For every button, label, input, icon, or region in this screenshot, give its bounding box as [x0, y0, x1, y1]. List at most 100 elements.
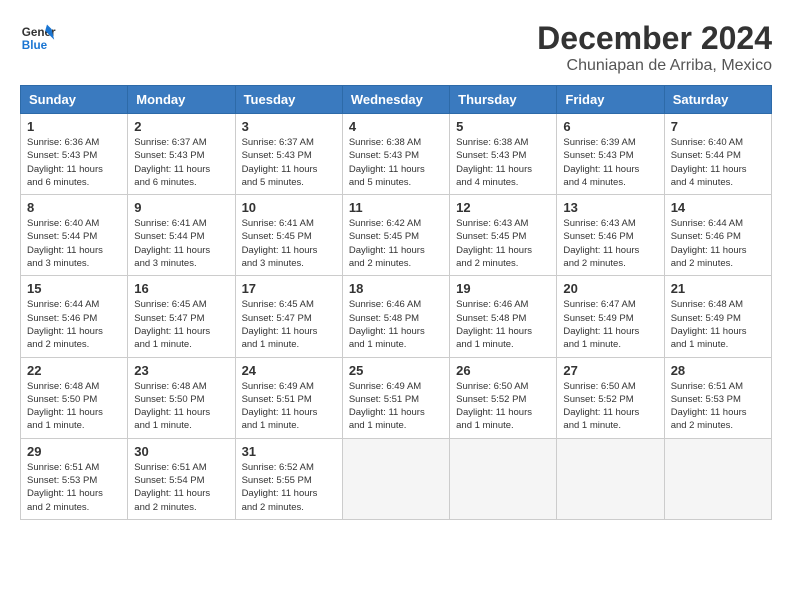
table-row: 1 Sunrise: 6:36 AM Sunset: 5:43 PM Dayli… — [21, 114, 128, 195]
day-info: Sunrise: 6:37 AM Sunset: 5:43 PM Dayligh… — [242, 136, 336, 189]
table-row — [664, 438, 771, 519]
table-row: 4 Sunrise: 6:38 AM Sunset: 5:43 PM Dayli… — [342, 114, 449, 195]
table-row: 20 Sunrise: 6:47 AM Sunset: 5:49 PM Dayl… — [557, 276, 664, 357]
calendar-row: 8 Sunrise: 6:40 AM Sunset: 5:44 PM Dayli… — [21, 195, 772, 276]
day-info: Sunrise: 6:40 AM Sunset: 5:44 PM Dayligh… — [27, 217, 121, 270]
table-row — [342, 438, 449, 519]
day-number: 11 — [349, 200, 443, 215]
header: General Blue December 2024 Chuniapan de … — [20, 20, 772, 75]
table-row: 9 Sunrise: 6:41 AM Sunset: 5:44 PM Dayli… — [128, 195, 235, 276]
day-number: 9 — [134, 200, 228, 215]
day-number: 14 — [671, 200, 765, 215]
table-row: 21 Sunrise: 6:48 AM Sunset: 5:49 PM Dayl… — [664, 276, 771, 357]
day-info: Sunrise: 6:46 AM Sunset: 5:48 PM Dayligh… — [349, 298, 443, 351]
day-info: Sunrise: 6:45 AM Sunset: 5:47 PM Dayligh… — [134, 298, 228, 351]
day-info: Sunrise: 6:38 AM Sunset: 5:43 PM Dayligh… — [349, 136, 443, 189]
header-row: Sunday Monday Tuesday Wednesday Thursday… — [21, 86, 772, 114]
day-info: Sunrise: 6:50 AM Sunset: 5:52 PM Dayligh… — [563, 380, 657, 433]
table-row: 10 Sunrise: 6:41 AM Sunset: 5:45 PM Dayl… — [235, 195, 342, 276]
day-number: 1 — [27, 119, 121, 134]
table-row: 15 Sunrise: 6:44 AM Sunset: 5:46 PM Dayl… — [21, 276, 128, 357]
table-row: 18 Sunrise: 6:46 AM Sunset: 5:48 PM Dayl… — [342, 276, 449, 357]
day-info: Sunrise: 6:44 AM Sunset: 5:46 PM Dayligh… — [671, 217, 765, 270]
day-info: Sunrise: 6:47 AM Sunset: 5:49 PM Dayligh… — [563, 298, 657, 351]
table-row: 14 Sunrise: 6:44 AM Sunset: 5:46 PM Dayl… — [664, 195, 771, 276]
svg-text:Blue: Blue — [22, 39, 48, 52]
day-info: Sunrise: 6:42 AM Sunset: 5:45 PM Dayligh… — [349, 217, 443, 270]
day-info: Sunrise: 6:37 AM Sunset: 5:43 PM Dayligh… — [134, 136, 228, 189]
table-row: 2 Sunrise: 6:37 AM Sunset: 5:43 PM Dayli… — [128, 114, 235, 195]
table-row: 26 Sunrise: 6:50 AM Sunset: 5:52 PM Dayl… — [450, 357, 557, 438]
table-row: 8 Sunrise: 6:40 AM Sunset: 5:44 PM Dayli… — [21, 195, 128, 276]
day-number: 17 — [242, 281, 336, 296]
table-row: 30 Sunrise: 6:51 AM Sunset: 5:54 PM Dayl… — [128, 438, 235, 519]
day-info: Sunrise: 6:45 AM Sunset: 5:47 PM Dayligh… — [242, 298, 336, 351]
table-row — [450, 438, 557, 519]
day-number: 5 — [456, 119, 550, 134]
day-number: 2 — [134, 119, 228, 134]
day-number: 19 — [456, 281, 550, 296]
day-number: 4 — [349, 119, 443, 134]
col-wednesday: Wednesday — [342, 86, 449, 114]
calendar-row: 1 Sunrise: 6:36 AM Sunset: 5:43 PM Dayli… — [21, 114, 772, 195]
table-row: 23 Sunrise: 6:48 AM Sunset: 5:50 PM Dayl… — [128, 357, 235, 438]
day-info: Sunrise: 6:49 AM Sunset: 5:51 PM Dayligh… — [349, 380, 443, 433]
table-row: 25 Sunrise: 6:49 AM Sunset: 5:51 PM Dayl… — [342, 357, 449, 438]
day-number: 3 — [242, 119, 336, 134]
col-saturday: Saturday — [664, 86, 771, 114]
day-number: 31 — [242, 444, 336, 459]
day-number: 16 — [134, 281, 228, 296]
day-info: Sunrise: 6:43 AM Sunset: 5:45 PM Dayligh… — [456, 217, 550, 270]
col-monday: Monday — [128, 86, 235, 114]
calendar-table: Sunday Monday Tuesday Wednesday Thursday… — [20, 85, 772, 520]
col-tuesday: Tuesday — [235, 86, 342, 114]
title-area: December 2024 Chuniapan de Arriba, Mexic… — [537, 20, 772, 75]
calendar-body: 1 Sunrise: 6:36 AM Sunset: 5:43 PM Dayli… — [21, 114, 772, 520]
day-info: Sunrise: 6:36 AM Sunset: 5:43 PM Dayligh… — [27, 136, 121, 189]
day-number: 21 — [671, 281, 765, 296]
col-thursday: Thursday — [450, 86, 557, 114]
day-number: 26 — [456, 363, 550, 378]
table-row: 3 Sunrise: 6:37 AM Sunset: 5:43 PM Dayli… — [235, 114, 342, 195]
day-info: Sunrise: 6:48 AM Sunset: 5:49 PM Dayligh… — [671, 298, 765, 351]
day-number: 18 — [349, 281, 443, 296]
table-row: 6 Sunrise: 6:39 AM Sunset: 5:43 PM Dayli… — [557, 114, 664, 195]
day-number: 6 — [563, 119, 657, 134]
col-sunday: Sunday — [21, 86, 128, 114]
calendar-row: 22 Sunrise: 6:48 AM Sunset: 5:50 PM Dayl… — [21, 357, 772, 438]
day-info: Sunrise: 6:38 AM Sunset: 5:43 PM Dayligh… — [456, 136, 550, 189]
day-info: Sunrise: 6:46 AM Sunset: 5:48 PM Dayligh… — [456, 298, 550, 351]
table-row: 22 Sunrise: 6:48 AM Sunset: 5:50 PM Dayl… — [21, 357, 128, 438]
day-info: Sunrise: 6:41 AM Sunset: 5:45 PM Dayligh… — [242, 217, 336, 270]
table-row: 11 Sunrise: 6:42 AM Sunset: 5:45 PM Dayl… — [342, 195, 449, 276]
day-info: Sunrise: 6:50 AM Sunset: 5:52 PM Dayligh… — [456, 380, 550, 433]
day-number: 29 — [27, 444, 121, 459]
day-number: 23 — [134, 363, 228, 378]
table-row: 13 Sunrise: 6:43 AM Sunset: 5:46 PM Dayl… — [557, 195, 664, 276]
day-number: 13 — [563, 200, 657, 215]
day-number: 22 — [27, 363, 121, 378]
day-number: 30 — [134, 444, 228, 459]
day-info: Sunrise: 6:51 AM Sunset: 5:53 PM Dayligh… — [671, 380, 765, 433]
day-number: 28 — [671, 363, 765, 378]
day-number: 12 — [456, 200, 550, 215]
day-number: 8 — [27, 200, 121, 215]
day-info: Sunrise: 6:51 AM Sunset: 5:53 PM Dayligh… — [27, 461, 121, 514]
day-info: Sunrise: 6:48 AM Sunset: 5:50 PM Dayligh… — [27, 380, 121, 433]
table-row: 31 Sunrise: 6:52 AM Sunset: 5:55 PM Dayl… — [235, 438, 342, 519]
day-info: Sunrise: 6:48 AM Sunset: 5:50 PM Dayligh… — [134, 380, 228, 433]
table-row: 7 Sunrise: 6:40 AM Sunset: 5:44 PM Dayli… — [664, 114, 771, 195]
table-row: 17 Sunrise: 6:45 AM Sunset: 5:47 PM Dayl… — [235, 276, 342, 357]
table-row: 27 Sunrise: 6:50 AM Sunset: 5:52 PM Dayl… — [557, 357, 664, 438]
day-number: 7 — [671, 119, 765, 134]
day-info: Sunrise: 6:49 AM Sunset: 5:51 PM Dayligh… — [242, 380, 336, 433]
month-title: December 2024 — [537, 20, 772, 57]
logo: General Blue — [20, 20, 56, 56]
table-row: 5 Sunrise: 6:38 AM Sunset: 5:43 PM Dayli… — [450, 114, 557, 195]
calendar-row: 15 Sunrise: 6:44 AM Sunset: 5:46 PM Dayl… — [21, 276, 772, 357]
day-info: Sunrise: 6:43 AM Sunset: 5:46 PM Dayligh… — [563, 217, 657, 270]
col-friday: Friday — [557, 86, 664, 114]
day-info: Sunrise: 6:52 AM Sunset: 5:55 PM Dayligh… — [242, 461, 336, 514]
day-number: 15 — [27, 281, 121, 296]
day-number: 27 — [563, 363, 657, 378]
